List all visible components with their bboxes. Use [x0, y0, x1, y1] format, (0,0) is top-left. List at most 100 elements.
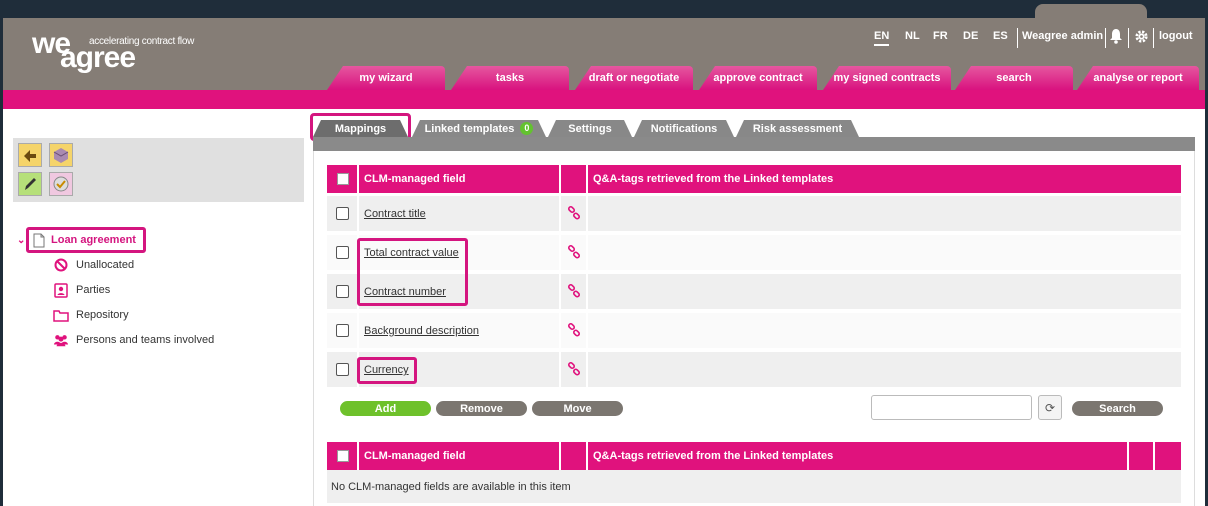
divider — [1017, 28, 1018, 48]
tab-risk-assessment[interactable]: Risk assessment — [736, 120, 859, 137]
nav-search[interactable]: search — [955, 66, 1073, 90]
nav-analyse-or-report[interactable]: analyse or report — [1077, 66, 1199, 90]
toolbox — [13, 138, 304, 202]
column-divider — [586, 352, 588, 387]
document-icon — [33, 233, 45, 248]
box-icon[interactable] — [49, 143, 73, 167]
column-divider — [357, 313, 359, 348]
nav-my-signed-contracts[interactable]: my signed contracts — [823, 66, 951, 90]
select-all-checkbox[interactable] — [337, 173, 349, 185]
nav-tasks[interactable]: tasks — [451, 66, 569, 90]
column-divider — [586, 442, 588, 470]
move-button[interactable]: Move — [532, 401, 623, 416]
table-row[interactable]: Contract title — [327, 196, 1181, 231]
refresh-icon[interactable]: ⟳ — [1038, 395, 1062, 420]
link-icon[interactable] — [567, 322, 581, 340]
column-divider — [357, 196, 359, 231]
column-divider — [1127, 442, 1129, 470]
field-link[interactable]: Contract title — [364, 208, 426, 220]
lang-fr[interactable]: FR — [933, 30, 948, 42]
column-divider — [1153, 442, 1155, 470]
tree-item-label: Unallocated — [76, 259, 135, 271]
nav-draft-or-negotiate[interactable]: draft or negotiate — [575, 66, 693, 90]
column-divider — [559, 442, 561, 470]
tab-settings[interactable]: Settings — [548, 120, 632, 137]
column-divider — [559, 196, 561, 231]
column-divider — [559, 165, 561, 193]
column-header-clm-field[interactable]: CLM-managed field — [364, 173, 465, 185]
forbidden-icon — [53, 257, 69, 273]
user-name[interactable]: Weagree admin — [1022, 30, 1103, 42]
divider — [1153, 28, 1154, 48]
edit-icon[interactable] — [18, 172, 42, 196]
approve-icon[interactable] — [49, 172, 73, 196]
add-button[interactable]: Add — [340, 401, 431, 416]
remove-button[interactable]: Remove — [436, 401, 527, 416]
column-divider — [559, 235, 561, 270]
column-header-clm-field[interactable]: CLM-managed field — [364, 450, 465, 462]
tree-root-label: Loan agreement — [51, 234, 136, 246]
chevron-down-icon[interactable]: ⌄ — [17, 235, 25, 246]
row-checkbox[interactable] — [336, 246, 349, 259]
tab-linked-templates-label: Linked templates — [424, 122, 515, 135]
gear-icon[interactable] — [1134, 29, 1149, 47]
select-all-checkbox[interactable] — [337, 450, 349, 462]
column-divider — [586, 274, 588, 309]
window-frame-top — [0, 0, 1208, 18]
lang-en[interactable]: EN — [874, 30, 890, 46]
tab-notifications[interactable]: Notifications — [634, 120, 734, 137]
contact-card-icon — [53, 282, 69, 298]
import-icon[interactable] — [18, 143, 42, 167]
table-header: CLM-managed field Q&A-tags retrieved fro… — [327, 442, 1181, 470]
nav-my-wizard[interactable]: my wizard — [327, 66, 445, 90]
link-icon[interactable] — [567, 244, 581, 262]
column-divider — [586, 235, 588, 270]
table-row[interactable]: Background description — [327, 313, 1181, 348]
column-divider — [586, 313, 588, 348]
row-checkbox[interactable] — [336, 363, 349, 376]
table-header: CLM-managed field Q&A-tags retrieved fro… — [327, 165, 1181, 193]
link-icon[interactable] — [567, 361, 581, 379]
logo-tagline: accelerating contract flow — [89, 36, 195, 47]
tree-item-persons-and-teams[interactable]: Persons and teams involved — [53, 332, 214, 348]
folder-icon — [53, 307, 69, 323]
tree-item-unallocated[interactable]: Unallocated — [53, 257, 134, 273]
tree-root-loan-agreement[interactable]: Loan agreement — [26, 227, 146, 253]
column-header-qa-tags[interactable]: Q&A-tags retrieved from the Linked templ… — [593, 173, 833, 185]
people-icon — [53, 332, 69, 348]
logout-link[interactable]: logout — [1159, 30, 1193, 42]
tree-item-parties[interactable]: Parties — [53, 282, 110, 298]
column-header-qa-tags[interactable]: Q&A-tags retrieved from the Linked templ… — [593, 450, 833, 462]
nav-underline-bar — [3, 90, 1205, 109]
row-checkbox[interactable] — [336, 285, 349, 298]
row-checkbox[interactable] — [336, 324, 349, 337]
nav-approve-contract[interactable]: approve contract — [699, 66, 817, 90]
tab-linked-templates[interactable]: Linked templates 0 — [412, 120, 546, 137]
lang-nl[interactable]: NL — [905, 30, 920, 42]
link-icon[interactable] — [567, 283, 581, 301]
link-icon[interactable] — [567, 205, 581, 223]
tree-item-label: Persons and teams involved — [76, 334, 215, 346]
field-link[interactable]: Background description — [364, 325, 479, 337]
table-row[interactable]: Currency — [327, 352, 1181, 387]
bell-icon[interactable] — [1109, 28, 1123, 47]
tree-item-label: Parties — [76, 284, 111, 296]
search-button[interactable]: Search — [1072, 401, 1163, 416]
highlight-currency — [357, 357, 417, 384]
column-divider — [559, 274, 561, 309]
column-divider — [559, 313, 561, 348]
window-frame-left — [0, 0, 3, 506]
empty-table-message: No CLM-managed fields are available in t… — [327, 470, 1181, 503]
linked-templates-count-badge: 0 — [520, 122, 533, 135]
lang-de[interactable]: DE — [963, 30, 978, 42]
divider — [1105, 28, 1106, 48]
tree-item-repository[interactable]: Repository — [53, 307, 129, 323]
lang-es[interactable]: ES — [993, 30, 1008, 42]
highlight-value-number — [357, 238, 468, 306]
search-input[interactable] — [871, 395, 1032, 420]
logo-agree: agree — [60, 41, 136, 74]
row-checkbox[interactable] — [336, 207, 349, 220]
divider — [1128, 28, 1129, 48]
panel-header-strip — [313, 137, 1195, 151]
column-divider — [357, 165, 359, 193]
